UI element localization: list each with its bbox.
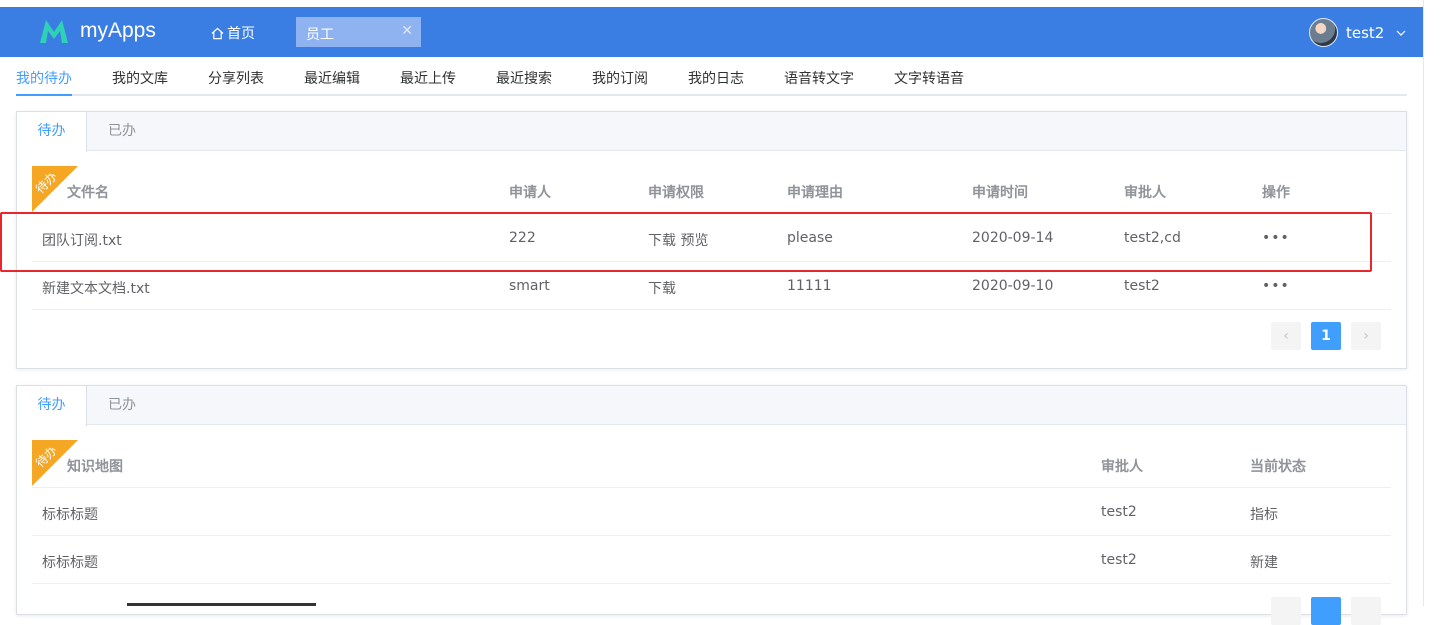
col-apply-time: 申请时间 — [972, 185, 1028, 201]
tab-todo[interactable]: 待办 — [17, 386, 87, 426]
col-reason: 申请理由 — [787, 185, 843, 201]
subnav-item-speech-to-text[interactable]: 语音转文字 — [784, 68, 854, 88]
col-approver: 审批人 — [1101, 459, 1143, 475]
chevron-down-icon — [1396, 30, 1406, 36]
home-label: 首页 — [227, 26, 255, 42]
tab-todo[interactable]: 待办 — [17, 112, 87, 152]
more-icon[interactable]: ••• — [1262, 278, 1290, 294]
cell-approver: test2 — [1124, 278, 1160, 294]
top-bar: myApps 首页 员工 ✕ test2 — [0, 7, 1423, 57]
col-action: 操作 — [1262, 185, 1290, 201]
subnav-item-recent-search[interactable]: 最近搜索 — [496, 68, 552, 88]
sub-nav: 我的待办 我的文库 分享列表 最近编辑 最近上传 最近搜索 我的订阅 我的日志 … — [16, 57, 1407, 96]
logo-icon — [40, 20, 68, 43]
prev-page-button[interactable]: ‹ — [1271, 322, 1301, 350]
cell-status: 新建 — [1250, 555, 1278, 571]
user-name: test2 — [1346, 23, 1385, 42]
cell-approver: test2 — [1101, 504, 1137, 520]
cell-title[interactable]: 标标标题 — [42, 504, 98, 524]
tab-done[interactable]: 已办 — [87, 386, 157, 425]
prev-page-button[interactable] — [1271, 597, 1301, 625]
subnav-item-text-to-speech[interactable]: 文字转语音 — [894, 68, 964, 88]
col-file-name: 文件名 — [67, 185, 109, 201]
col-current-status: 当前状态 — [1250, 459, 1306, 475]
col-approver: 审批人 — [1124, 185, 1166, 201]
next-page-button[interactable]: › — [1351, 322, 1381, 350]
close-icon[interactable]: ✕ — [401, 23, 413, 39]
col-knowledge-map: 知识地图 — [67, 459, 123, 475]
avatar — [1309, 18, 1338, 47]
app-logo[interactable]: myApps — [38, 17, 156, 45]
tab-done[interactable]: 已办 — [87, 112, 157, 151]
scrollbar[interactable] — [1423, 0, 1440, 606]
user-menu[interactable]: test2 — [1309, 18, 1406, 47]
cell-title[interactable]: 标标标题 — [42, 552, 98, 572]
home-link[interactable]: 首页 — [211, 23, 255, 43]
cell-approver: test2 — [1101, 552, 1137, 568]
cell-reason: 11111 — [787, 278, 832, 294]
page-1-button[interactable] — [1311, 597, 1341, 625]
subnav-item-my-log[interactable]: 我的日志 — [688, 68, 744, 88]
table-row[interactable]: 标标标题 test2 新建 — [32, 536, 1391, 584]
knowledge-map-card: 待办 已办 待办 知识地图 审批人 当前状态 标标标题 test2 指标 标标标… — [16, 385, 1407, 625]
cell-applicant: smart — [509, 278, 550, 294]
cell-apply-time: 2020-09-10 — [972, 278, 1054, 294]
cell-status: 指标 — [1250, 507, 1278, 523]
app-name: myApps — [80, 19, 156, 42]
highlight-annotation — [0, 212, 1372, 272]
card-tab-bar: 待办 已办 — [17, 386, 1406, 426]
subnav-item-recent-upload[interactable]: 最近上传 — [400, 68, 456, 88]
table-row[interactable]: 标标标题 test2 指标 — [32, 488, 1391, 536]
page-1-button[interactable]: 1 — [1311, 322, 1341, 350]
active-tab-underline — [16, 94, 72, 96]
subnav-item-share-list[interactable]: 分享列表 — [208, 68, 264, 88]
open-tab-employee[interactable]: 员工 ✕ — [296, 17, 421, 47]
open-tab-label: 员工 — [306, 27, 334, 43]
home-icon — [211, 27, 224, 39]
cell-permission: 下载 — [648, 281, 676, 297]
next-page-button[interactable] — [1351, 597, 1381, 625]
subnav-item-my-subscriptions[interactable]: 我的订阅 — [592, 68, 648, 88]
subnav-item-my-todo[interactable]: 我的待办 — [16, 68, 72, 88]
col-applicant: 申请人 — [509, 185, 551, 201]
col-permission: 申请权限 — [648, 185, 704, 201]
subnav-item-my-library[interactable]: 我的文库 — [112, 68, 168, 88]
subnav-item-recent-edit[interactable]: 最近编辑 — [304, 68, 360, 88]
card-tab-bar: 待办 已办 — [17, 112, 1406, 152]
cell-file-name[interactable]: 新建文本文档.txt — [42, 278, 150, 298]
